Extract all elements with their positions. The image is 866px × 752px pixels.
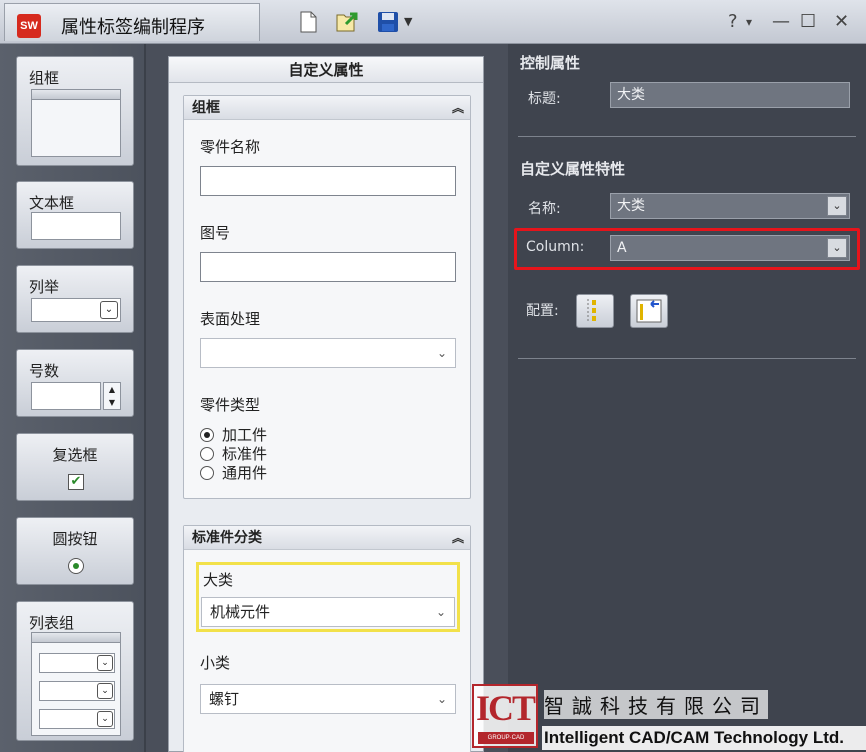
save-dropdown-chevron-icon[interactable]: ▼ [404, 10, 416, 34]
selected-control-highlight[interactable]: 大类 机械元件 ⌄ [196, 562, 460, 632]
minor-category-label: 小类 [200, 654, 231, 672]
chevron-down-icon: ⌄ [435, 605, 446, 619]
company-watermark: ICT GROUP·CAD 智誠科技有限公司 Intelligent CAD/C… [472, 684, 866, 752]
tool-text-box[interactable]: 文本框 [16, 181, 134, 249]
group-box-1-title: 组框 [192, 100, 220, 116]
major-category-select[interactable]: 机械元件 ⌄ [201, 597, 455, 627]
minor-category-value: 螺钉 [209, 690, 240, 708]
radio-unselected-icon [200, 447, 214, 461]
new-file-button[interactable] [296, 10, 320, 34]
part-name-label: 零件名称 [200, 138, 261, 156]
group-box-2-title: 标准件分类 [192, 530, 262, 546]
surface-treatment-label: 表面处理 [200, 310, 261, 328]
property-list-icon [587, 299, 596, 323]
tool-group-box-label: 组框 [29, 69, 60, 87]
title-bar: SW 属性标签编制程序 ▼ ? ▾ — ☐ ✕ [0, 0, 866, 44]
divider [518, 136, 856, 137]
divider [518, 358, 856, 359]
tool-radio-button[interactable]: 圆按钮 [16, 517, 134, 585]
tool-checkbox[interactable]: 复选框 ✔ [16, 433, 134, 501]
chevron-down-icon[interactable]: ⌄ [827, 196, 847, 216]
config-link-icon [636, 299, 662, 323]
tool-list-label: 列举 [29, 278, 60, 296]
custom-property-heading: 自定义属性特性 [520, 160, 626, 178]
major-category-value: 机械元件 [210, 603, 271, 621]
solidworks-logo-icon: SW [17, 14, 41, 38]
caption-value: 大类 [617, 87, 645, 103]
spinner-arrows-icon: ▲ ▼ [103, 382, 121, 410]
chevron-down-icon: ⌄ [436, 346, 447, 360]
checkbox-checked-icon: ✔ [68, 474, 84, 490]
group-box-2[interactable]: 标准件分类 ︽ 大类 机械元件 ⌄ 小类 螺钉 ⌄ [183, 525, 471, 752]
tool-list[interactable]: 列举 ⌄ [16, 265, 134, 333]
radio-unselected-icon [200, 466, 214, 480]
tool-radio-button-label: 圆按钮 [52, 530, 98, 548]
form-title: 自定义属性 [169, 57, 483, 83]
caption-label: 标题: [528, 91, 561, 107]
tool-list-group[interactable]: 列表组 ⌄ ⌄ ⌄ [16, 601, 134, 741]
drawing-no-input[interactable] [200, 252, 456, 282]
close-icon[interactable]: ✕ [834, 12, 849, 32]
tool-number-label: 号数 [29, 362, 60, 380]
help-icon[interactable]: ? [728, 12, 738, 32]
control-toolbox: 组框 文本框 列举 ⌄ 号数 ▲ ▼ 复选框 ✔ 圆按钮 列表组 ⌄ ⌄ ⌄ [0, 44, 146, 752]
group-box-2-header[interactable]: 标准件分类 ︽ [184, 526, 470, 550]
control-properties-heading: 控制属性 [520, 54, 581, 72]
radio-option-1-label: 加工件 [222, 426, 268, 444]
major-category-label: 大类 [203, 571, 234, 589]
group-box-1[interactable]: 组框 ︽ 零件名称 图号 表面处理 ⌄ 零件类型 加工件 标准件 通用件 [183, 95, 471, 499]
company-name-cn: 智誠科技有限公司 [544, 690, 768, 719]
group-box-1-header[interactable]: 组框 ︽ [184, 96, 470, 120]
chevron-down-icon: ⌄ [436, 692, 447, 706]
caption-input[interactable]: 大类 [610, 82, 850, 108]
radio-option-3-label: 通用件 [222, 464, 268, 482]
minimize-icon[interactable]: — [772, 12, 790, 32]
list-chevron-icon: ⌄ [100, 301, 118, 319]
save-icon [378, 12, 398, 32]
part-type-label: 零件类型 [200, 396, 261, 414]
column-highlight-annotation [514, 228, 860, 270]
tool-checkbox-label: 复选框 [52, 446, 98, 464]
ict-logo-icon: ICT GROUP·CAD [472, 684, 538, 748]
tool-list-group-label: 列表组 [29, 614, 75, 632]
config-button-2[interactable] [630, 294, 668, 328]
text-box-preview-icon [31, 212, 121, 240]
name-label: 名称: [528, 201, 561, 217]
config-label: 配置: [526, 303, 559, 319]
form-design-panel: 自定义属性 组框 ︽ 零件名称 图号 表面处理 ⌄ 零件类型 加工件 标准件 通… [168, 56, 484, 752]
open-file-icon [336, 12, 358, 32]
tool-text-box-label: 文本框 [29, 194, 75, 212]
maximize-icon[interactable]: ☐ [800, 12, 816, 32]
group-box-preview-icon [31, 89, 121, 157]
number-preview-icon [31, 382, 101, 410]
help-menu-chevron-icon[interactable]: ▾ [746, 12, 752, 32]
tool-group-box[interactable]: 组框 [16, 56, 134, 166]
radio-selected-icon [68, 558, 84, 574]
surface-treatment-select[interactable]: ⌄ [200, 338, 456, 368]
properties-panel: 控制属性 标题: 大类 自定义属性特性 名称: 大类 ⌄ Column: A ⌄… [508, 44, 866, 752]
radio-option-2[interactable]: 标准件 [200, 445, 267, 463]
collapse-icon[interactable]: ︽ [452, 526, 464, 550]
company-name-en: Intelligent CAD/CAM Technology Ltd. [542, 726, 866, 750]
open-file-button[interactable] [334, 10, 358, 34]
name-select[interactable]: 大类 ⌄ [610, 193, 850, 219]
collapse-icon[interactable]: ︽ [452, 96, 464, 120]
radio-selected-icon [200, 428, 214, 442]
list-group-preview-icon: ⌄ ⌄ ⌄ [31, 632, 121, 736]
radio-option-3[interactable]: 通用件 [200, 464, 267, 482]
app-tab: SW 属性标签编制程序 [4, 3, 260, 41]
radio-option-1[interactable]: 加工件 [200, 426, 267, 444]
new-file-icon [300, 11, 317, 33]
part-name-input[interactable] [200, 166, 456, 196]
list-preview-icon: ⌄ [31, 298, 121, 322]
radio-option-2-label: 标准件 [222, 445, 268, 463]
name-value: 大类 [617, 198, 645, 214]
tool-number[interactable]: 号数 ▲ ▼ [16, 349, 134, 417]
minor-category-select[interactable]: 螺钉 ⌄ [200, 684, 456, 714]
drawing-no-label: 图号 [200, 224, 231, 242]
app-title: 属性标签编制程序 [61, 17, 205, 38]
config-button-1[interactable] [576, 294, 614, 328]
save-button[interactable] [376, 10, 400, 34]
